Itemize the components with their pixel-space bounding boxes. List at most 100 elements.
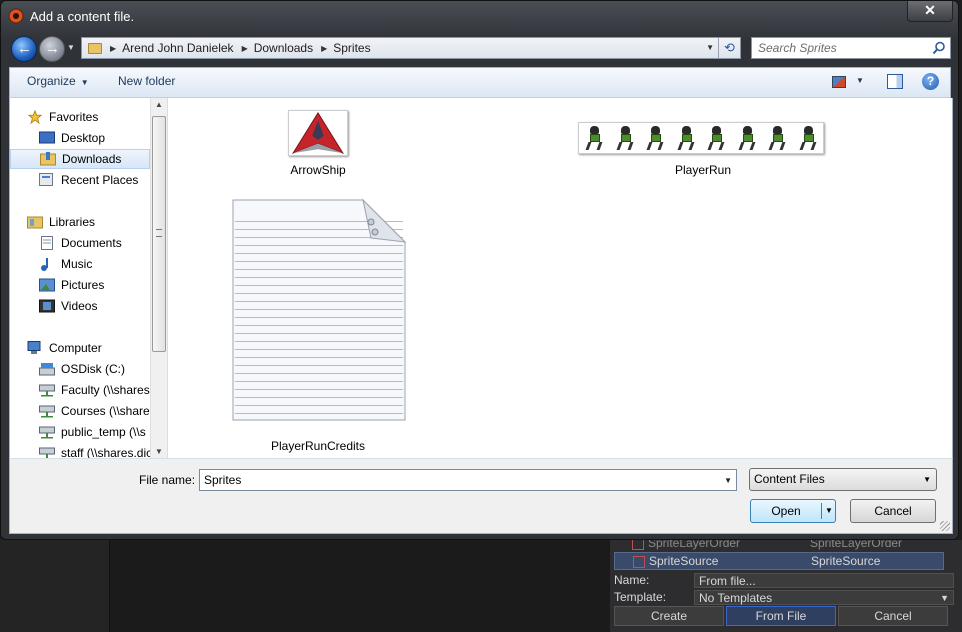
- sidebar-item-public-temp-share[interactable]: public_temp (\\s: [10, 422, 150, 442]
- sidebar-item-label: public_temp (\\s: [61, 425, 146, 439]
- playerrun-thumbnail: [578, 122, 824, 154]
- file-name-input[interactable]: [200, 470, 710, 490]
- help-icon: ?: [926, 74, 935, 88]
- navigation-pane: Favorites Desktop Downloads Recent Place…: [9, 98, 167, 458]
- refresh-button[interactable]: ⟲: [718, 38, 740, 58]
- runner-frame-icon: [706, 124, 726, 152]
- open-options-dropdown[interactable]: ▼: [825, 506, 833, 515]
- runner-frame-icon: [767, 124, 787, 152]
- file-type-select[interactable]: Content Files ▼: [749, 468, 937, 491]
- sidebar-item-favorites[interactable]: Favorites: [10, 107, 150, 127]
- sidebar-item-label: Computer: [49, 341, 102, 355]
- scrollbar-thumb[interactable]: [152, 116, 166, 352]
- file-name-combobox[interactable]: ▼: [199, 469, 737, 491]
- chevron-down-icon[interactable]: ▼: [856, 76, 864, 85]
- from-file-button[interactable]: From File: [726, 606, 836, 626]
- open-label: Open: [771, 504, 801, 518]
- name-label: Name:: [614, 573, 650, 587]
- search-box[interactable]: [751, 37, 951, 59]
- network-drive-icon: [39, 384, 55, 397]
- sidebar-item-pictures[interactable]: Pictures: [10, 275, 150, 295]
- recent-locations-dropdown[interactable]: ▼: [67, 43, 77, 53]
- file-name: PlayerRun: [674, 163, 732, 177]
- chevron-down-icon[interactable]: ▼: [724, 476, 732, 485]
- title-bar[interactable]: Add a content file. ✕: [1, 1, 958, 31]
- sidebar-item-label: Courses (\\shares: [61, 404, 150, 418]
- sidebar-item-label: Recent Places: [61, 173, 139, 187]
- videos-icon: [39, 299, 55, 313]
- breadcrumb-separator-icon[interactable]: ▶: [321, 44, 327, 53]
- file-item-playerruncredits[interactable]: PlayerRunCredits: [218, 198, 418, 458]
- sidebar-item-music[interactable]: Music: [10, 254, 150, 274]
- sidebar-item-label: Libraries: [49, 215, 96, 229]
- preview-pane-button[interactable]: [887, 74, 903, 89]
- background-editor: SpriteLayerOrder SpriteLayerOrder Sprite…: [0, 536, 962, 632]
- address-history-dropdown[interactable]: ▼: [706, 43, 714, 52]
- sidebar-item-libraries[interactable]: Libraries: [10, 212, 150, 232]
- change-view-button[interactable]: ▼: [832, 74, 868, 92]
- sidebar-item-label: Videos: [61, 299, 98, 313]
- sidebar-item-label: Downloads: [62, 152, 122, 166]
- downloads-folder-icon: [40, 152, 56, 166]
- name-field[interactable]: From file...: [694, 572, 954, 588]
- scroll-up-icon[interactable]: ▲: [155, 100, 163, 109]
- breadcrumb-separator-icon[interactable]: ▶: [110, 44, 116, 53]
- file-item-playerrun[interactable]: PlayerRun: [578, 108, 828, 178]
- sidebar-item-courses-share[interactable]: Courses (\\shares: [10, 401, 150, 421]
- content-type-type: SpriteSource: [811, 554, 881, 568]
- command-bar: Organize ▼ New folder ▼ ?: [9, 67, 951, 98]
- grip-icon: [156, 229, 162, 237]
- create-button[interactable]: Create: [614, 606, 724, 626]
- sidebar-item-label: Favorites: [49, 110, 99, 124]
- sidebar-item-desktop[interactable]: Desktop: [10, 128, 150, 148]
- sidebar-item-recent-places[interactable]: Recent Places: [10, 170, 150, 190]
- panel-cancel-button[interactable]: Cancel: [838, 606, 948, 626]
- close-button[interactable]: ✕: [907, 1, 953, 22]
- split-divider: [821, 503, 822, 519]
- help-button[interactable]: ?: [922, 73, 939, 90]
- sidebar-item-computer[interactable]: Computer: [10, 338, 150, 358]
- breadcrumb-separator-icon[interactable]: ▶: [242, 44, 248, 53]
- address-bar[interactable]: ▶ Arend John Danielek ▶ Downloads ▶ Spri…: [81, 37, 741, 59]
- search-icon[interactable]: [932, 41, 946, 55]
- file-list[interactable]: ArrowShip PlayerRun PlayerRunCredits: [167, 98, 953, 458]
- sidebar-item-documents[interactable]: Documents: [10, 233, 150, 253]
- search-input[interactable]: [752, 38, 922, 58]
- arrow-left-icon: ←: [17, 40, 32, 57]
- sidebar-item-faculty-share[interactable]: Faculty (\\shares: [10, 380, 150, 400]
- template-label: Template:: [614, 590, 667, 604]
- folder-icon: [88, 42, 102, 54]
- window-title: Add a content file.: [30, 9, 135, 24]
- content-type-name: SpriteSource: [649, 554, 719, 568]
- sidebar-item-videos[interactable]: Videos: [10, 296, 150, 316]
- navigation-scrollbar[interactable]: ▲ ▼: [150, 98, 167, 458]
- scroll-down-icon[interactable]: ▼: [155, 447, 163, 456]
- refresh-icon: ⟲: [724, 40, 735, 55]
- content-type-row-selected[interactable]: SpriteSource SpriteSource: [614, 552, 944, 570]
- new-content-panel: SpriteLayerOrder SpriteLayerOrder Sprite…: [610, 536, 962, 632]
- cancel-button[interactable]: Cancel: [850, 499, 936, 523]
- sidebar-item-downloads[interactable]: Downloads: [10, 149, 150, 169]
- open-button[interactable]: Open ▼: [750, 499, 836, 523]
- new-folder-button[interactable]: New folder: [118, 74, 175, 88]
- organize-button[interactable]: Organize ▼: [27, 74, 89, 88]
- breadcrumb-user[interactable]: Arend John Danielek: [122, 41, 233, 55]
- breadcrumb-sprites[interactable]: Sprites: [333, 41, 370, 55]
- file-name-label: File name:: [139, 473, 196, 487]
- documents-icon: [41, 236, 53, 250]
- forward-button[interactable]: →: [39, 36, 65, 62]
- runner-frame-icon: [615, 124, 635, 152]
- resize-grip-icon[interactable]: [940, 521, 950, 531]
- breadcrumb-downloads[interactable]: Downloads: [254, 41, 313, 55]
- sidebar-item-label: Documents: [61, 236, 122, 250]
- file-name: ArrowShip: [290, 163, 346, 177]
- sidebar-item-osdisk[interactable]: OSDisk (C:): [10, 359, 150, 379]
- desktop-icon: [39, 131, 55, 144]
- file-item-arrowship[interactable]: ArrowShip: [268, 108, 368, 178]
- view-icon: [832, 76, 846, 88]
- runner-frame-icon: [798, 124, 818, 152]
- template-select[interactable]: No Templates ▼: [694, 589, 954, 605]
- back-button[interactable]: ←: [11, 36, 37, 62]
- sidebar-item-staff-share[interactable]: staff (\\shares.dic: [10, 443, 150, 458]
- network-drive-icon: [39, 426, 55, 439]
